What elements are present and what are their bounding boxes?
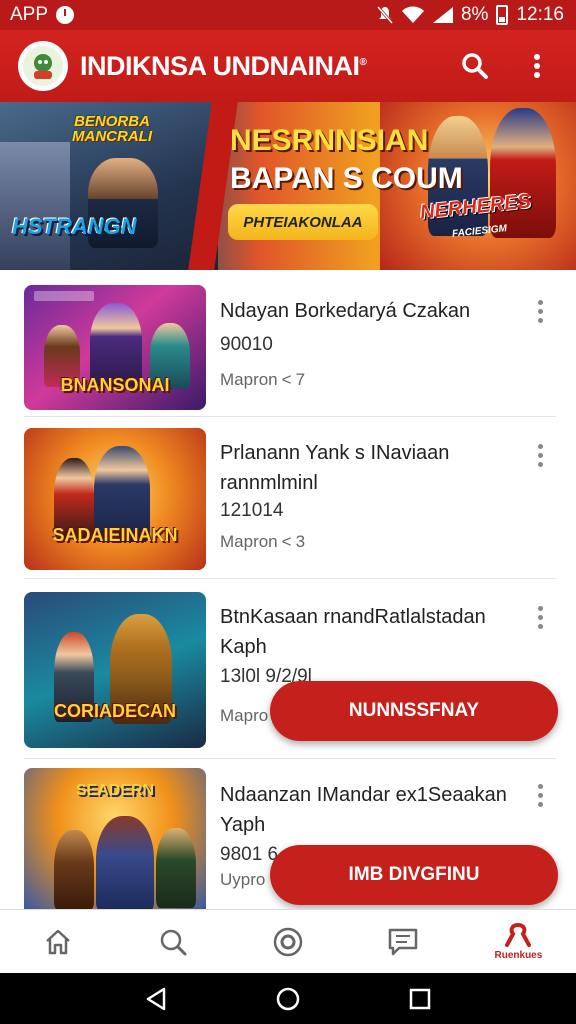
nav-active-label: Ruenkues [494,950,543,961]
app-title-text: INDIKNSA UNDNAINAI [80,50,360,81]
thumbnail-label: CORIADECAN [53,701,176,721]
item-meta: Mapro [220,706,268,726]
overflow-menu-button[interactable] [520,49,554,83]
item-thumbnail: CORIADECAN [24,592,206,748]
app-bar: INDIKNSA UNDNAINAI® [0,30,576,102]
hero-character-right [490,108,556,238]
nav-home[interactable] [0,910,115,974]
item-title: Ndaanzan IMandar ex1Seaakan Yaph [220,784,507,836]
item-more-button[interactable] [530,296,550,326]
status-bar: APP 8% 12:16 [0,0,576,30]
more-vert-icon [534,54,540,78]
thumbnail-tag [34,291,94,301]
mute-icon [376,6,393,24]
search-icon [160,929,187,956]
thumbnail-label: BNANSONAI [60,375,170,395]
item-share-count: 7 [295,370,306,389]
secondary-floating-button[interactable]: IMB DIVGFINU [270,845,558,905]
item-meta-label: Mapron [220,370,278,389]
app-title: INDIKNSA UNDNAINAI® [80,50,367,82]
home-icon [45,929,70,955]
system-home-button[interactable] [268,979,308,1019]
back-triangle-icon [146,987,166,1010]
list-item[interactable]: SADAIEINAKN Prlanann Yank s INaviaan ran… [24,416,556,579]
thumbnail-character [96,816,154,909]
signal-icon [432,7,453,23]
home-circle-icon [276,987,300,1010]
logo-emblem-icon [23,46,63,86]
battery-percent: 8% [460,4,489,25]
thumbnail-label: SEADERN [75,782,155,799]
item-meta: Mapron < 7 [220,370,305,390]
item-thumbnail: BNANSONAI [24,285,206,410]
system-navigation [0,973,576,1024]
hero-chip[interactable]: PHTEIAKONLAA [228,204,378,240]
thumbnail-label: SADAIEINAKN [52,525,178,545]
nav-search[interactable] [115,910,230,974]
wifi-icon [401,6,424,23]
hero-building [0,142,70,270]
app-logo[interactable] [20,43,66,89]
hero-headline-1: NESRNNSIAN [230,124,429,157]
item-more-button[interactable] [530,440,550,470]
item-share-count: 3 [295,532,306,551]
hero-left-subtitle: HSTRANGN [12,214,137,239]
nav-discover[interactable] [230,910,345,974]
primary-floating-button[interactable]: NUNNSSFNAY [270,681,558,741]
thumbnail-character [156,828,196,908]
share-icon: < [281,370,292,389]
item-meta-label: Uypro [220,870,266,889]
hero-headline-2: BAPAN S COUM [230,162,463,195]
hero-left-title: BENORBA MANCRALI [72,113,152,145]
nav-messages[interactable] [346,910,461,974]
item-title: Prlanann Yank s INaviaan rannmlminl [220,442,450,494]
bottom-navigation: Ruenkues [0,909,576,974]
recents-square-icon [409,988,431,1009]
share-icon: < [281,532,292,551]
clock-icon [56,6,75,24]
item-more-button[interactable] [530,602,550,632]
item-count: 121014 [220,500,284,521]
item-meta-label: Mapro [220,706,269,725]
item-thumbnail: SADAIEINAKN [24,428,206,570]
item-count: 90010 [220,334,273,355]
item-count: 9801 6 [220,844,279,865]
item-more-button[interactable] [530,780,550,810]
list-item[interactable]: BNANSONAI Ndayan Borkedaryá Czakan 90010… [24,270,556,417]
chat-icon [388,928,418,956]
ribbon-icon [505,923,532,947]
item-title: BtnKasaan rnandRatlalstadan Kaph [220,606,486,658]
search-button[interactable] [458,49,492,83]
disc-icon [273,927,303,957]
search-icon [462,53,488,79]
item-meta: Mapron < 3 [220,532,305,552]
status-app-label: APP [10,4,49,25]
battery-icon [496,5,509,25]
system-recents-button[interactable] [400,979,440,1019]
trademark-mark: ® [359,56,367,68]
status-time: 12:16 [516,4,564,25]
item-meta: Uypro [220,870,265,890]
hero-banner[interactable]: BENORBA MANCRALI HSTRANGN NESRNNSIAN BAP… [0,102,576,270]
item-meta-label: Mapron [220,532,278,551]
system-back-button[interactable] [136,979,176,1019]
nav-active-tab[interactable]: Ruenkues [461,910,576,974]
thumbnail-character [54,830,94,909]
item-title: Ndayan Borkedaryá Czakan [220,300,471,322]
item-thumbnail: SEADERN [24,768,206,909]
